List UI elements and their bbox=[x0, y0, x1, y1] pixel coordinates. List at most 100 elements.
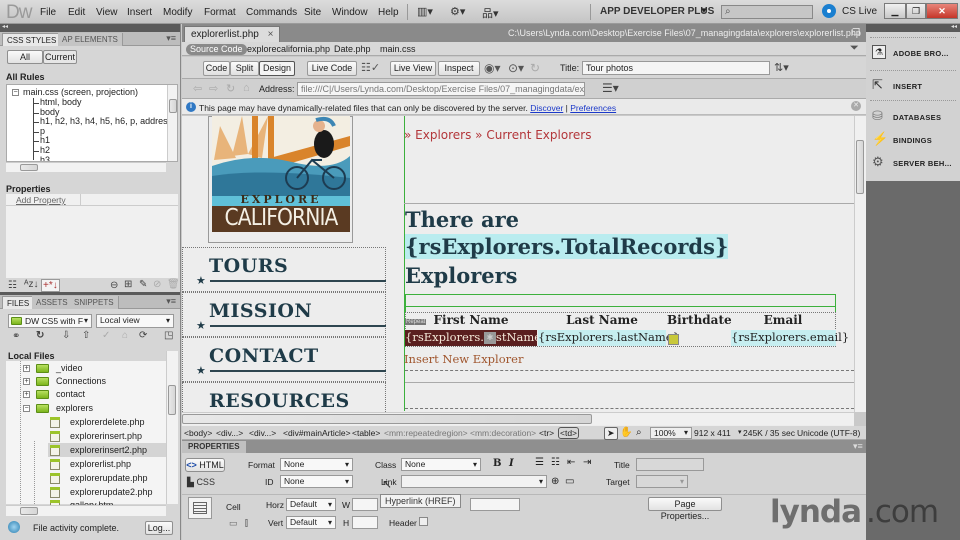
split-view-button[interactable]: Split bbox=[230, 61, 259, 76]
panel-menu-icon[interactable]: ▾≡ bbox=[853, 441, 863, 452]
zoom-tool-icon[interactable]: ⌕ bbox=[636, 427, 642, 438]
cell-email[interactable]: {rsExplorers.email} bbox=[731, 330, 849, 346]
insert-icon[interactable]: ⇱ bbox=[872, 78, 886, 92]
insert-new-explorer-link[interactable]: Insert New Explorer bbox=[404, 352, 523, 366]
new-css-rule-icon[interactable]: ⊞ bbox=[124, 279, 132, 290]
scroll-thumb[interactable] bbox=[182, 414, 592, 424]
expand-panels-bar[interactable]: ◂◂ bbox=[866, 24, 960, 32]
expand-icon[interactable]: ◳ bbox=[164, 330, 173, 341]
home-icon[interactable]: ⌂ bbox=[243, 82, 250, 94]
width-input[interactable] bbox=[352, 498, 378, 511]
link-input[interactable] bbox=[401, 475, 547, 488]
rules-horizontal-scrollbar[interactable] bbox=[6, 162, 166, 172]
menu-insert[interactable]: Insert bbox=[127, 7, 152, 18]
tag-table[interactable]: <table> bbox=[352, 428, 380, 438]
live-view-options-icon[interactable]: ☰▾ bbox=[602, 81, 619, 95]
column-header-email[interactable]: Email bbox=[730, 313, 836, 327]
merge-cells-icon[interactable]: ▭ bbox=[229, 518, 238, 529]
restore-button[interactable]: ❐ bbox=[906, 3, 926, 19]
scroll-thumb[interactable] bbox=[168, 385, 176, 415]
synchronize-icon[interactable]: ⟳ bbox=[139, 330, 147, 341]
column-header-last-name[interactable]: Last Name bbox=[537, 313, 667, 327]
menu-window[interactable]: Window bbox=[332, 7, 368, 18]
tab-css-styles[interactable]: CSS STYLES bbox=[2, 33, 62, 46]
document-tab[interactable]: explorerlist.php × bbox=[184, 26, 281, 42]
tag-tr[interactable]: <tr> bbox=[539, 428, 554, 438]
tab-snippets[interactable]: SNIPPETS bbox=[70, 296, 119, 309]
menu-edit[interactable]: Edit bbox=[68, 7, 85, 18]
close-info-icon[interactable]: ✕ bbox=[851, 101, 861, 111]
rule-item[interactable]: h1 bbox=[40, 135, 50, 145]
file-item[interactable]: explorerupdate2.php bbox=[70, 487, 153, 497]
expand-icon[interactable]: + bbox=[23, 365, 30, 372]
nav-mission[interactable]: MISSION bbox=[209, 300, 312, 322]
vert-select[interactable]: Default bbox=[286, 516, 336, 529]
collapse-icon[interactable]: − bbox=[12, 89, 19, 96]
scroll-thumb[interactable] bbox=[20, 507, 38, 515]
horz-select[interactable]: Default bbox=[286, 498, 336, 511]
rule-main-css[interactable]: main.css (screen, projection) bbox=[23, 87, 138, 97]
visual-aids-icon[interactable]: ⊙▾ bbox=[508, 61, 524, 75]
header-checkbox[interactable] bbox=[419, 517, 428, 526]
workspace-switcher[interactable]: APP DEVELOPER PLUS bbox=[600, 6, 714, 17]
log-button[interactable]: Log... bbox=[145, 521, 173, 535]
panel-server-behaviors[interactable]: SERVER BEH... bbox=[893, 159, 952, 168]
menu-site[interactable]: Site bbox=[304, 7, 321, 18]
put-files-icon[interactable]: ⇧ bbox=[82, 330, 90, 341]
panel-databases[interactable]: DATABASES bbox=[893, 113, 941, 122]
file-item[interactable]: explorerlist.php bbox=[70, 459, 131, 469]
get-files-icon[interactable]: ⇩ bbox=[62, 330, 70, 341]
live-view-button[interactable]: Live View bbox=[390, 61, 436, 76]
file-item[interactable]: _video bbox=[56, 363, 83, 373]
cs-live-button[interactable]: CS Live bbox=[842, 6, 877, 17]
unordered-list-icon[interactable]: ☰ bbox=[535, 457, 544, 468]
panel-bindings[interactable]: BINDINGS bbox=[893, 136, 932, 145]
file-item[interactable]: explorerupdate.php bbox=[70, 473, 148, 483]
check-out-icon[interactable]: ✓ bbox=[102, 330, 110, 341]
rule-item[interactable]: h2 bbox=[40, 145, 50, 155]
nav-contact[interactable]: CONTACT bbox=[209, 345, 319, 367]
site-icon[interactable]: 品▾ bbox=[482, 5, 499, 21]
tab-assets[interactable]: ASSETS bbox=[32, 296, 73, 309]
window-size[interactable]: 912 x 411 bbox=[694, 428, 731, 438]
tag-div[interactable]: <div...> bbox=[249, 428, 276, 438]
related-file[interactable]: Date.php bbox=[334, 44, 371, 54]
ordered-list-icon[interactable]: ☷ bbox=[551, 457, 560, 468]
check-browser-icon[interactable]: ☷✓ bbox=[361, 61, 380, 74]
cs-live-icon[interactable] bbox=[822, 4, 836, 18]
collapse-panel-bar[interactable]: ◂◂ bbox=[0, 24, 180, 32]
panel-menu-icon[interactable]: ▾≡ bbox=[166, 296, 176, 307]
id-select[interactable]: None bbox=[280, 475, 353, 488]
window-size-dropdown-icon[interactable]: ▾ bbox=[738, 428, 742, 436]
hand-tool-icon[interactable]: ✋ bbox=[620, 427, 632, 438]
file-item[interactable]: Connections bbox=[56, 376, 106, 386]
back-icon[interactable]: ⇦ bbox=[193, 82, 202, 95]
html-mode-button[interactable]: <> HTML bbox=[185, 458, 225, 472]
refresh-icon[interactable]: ↻ bbox=[226, 82, 235, 95]
alpha-view-icon[interactable]: ᴬz↓ bbox=[24, 279, 39, 290]
menu-help[interactable]: Help bbox=[378, 7, 399, 18]
height-input[interactable] bbox=[352, 516, 378, 529]
code-view-button[interactable]: Code bbox=[203, 61, 230, 76]
category-view-icon[interactable]: ☷ bbox=[8, 280, 17, 291]
scroll-thumb[interactable] bbox=[856, 140, 864, 194]
help-search-input[interactable]: ⌕ bbox=[721, 5, 813, 19]
nav-resources[interactable]: RESOURCES bbox=[209, 390, 350, 412]
rule-item[interactable]: h1, h2, h3, h4, h5, h6, p, address, bbox=[40, 116, 175, 126]
file-item[interactable]: contact bbox=[56, 389, 85, 399]
refresh-design-icon[interactable]: ↻ bbox=[530, 61, 540, 75]
edit-rule-icon[interactable]: ✎ bbox=[139, 279, 147, 290]
attach-stylesheet-icon[interactable]: ⊖ bbox=[110, 280, 118, 291]
view-select[interactable]: Local view bbox=[96, 314, 174, 328]
expand-icon[interactable]: + bbox=[23, 391, 30, 398]
column-header-birthdate[interactable]: Birthdate bbox=[667, 313, 732, 327]
delete-rule-icon[interactable]: 🗑 bbox=[167, 279, 180, 290]
layout-icon[interactable]: ▥▾ bbox=[417, 5, 433, 18]
select-tool-icon[interactable]: ➤ bbox=[604, 427, 618, 440]
related-file[interactable]: main.css bbox=[380, 44, 416, 54]
databases-icon[interactable]: ⛁ bbox=[872, 109, 886, 123]
set-properties-view-icon[interactable]: +*↓ bbox=[41, 279, 60, 292]
menu-file[interactable]: File bbox=[40, 7, 56, 18]
format-select[interactable]: None bbox=[280, 458, 353, 471]
current-mode-button[interactable]: Current bbox=[43, 50, 77, 64]
